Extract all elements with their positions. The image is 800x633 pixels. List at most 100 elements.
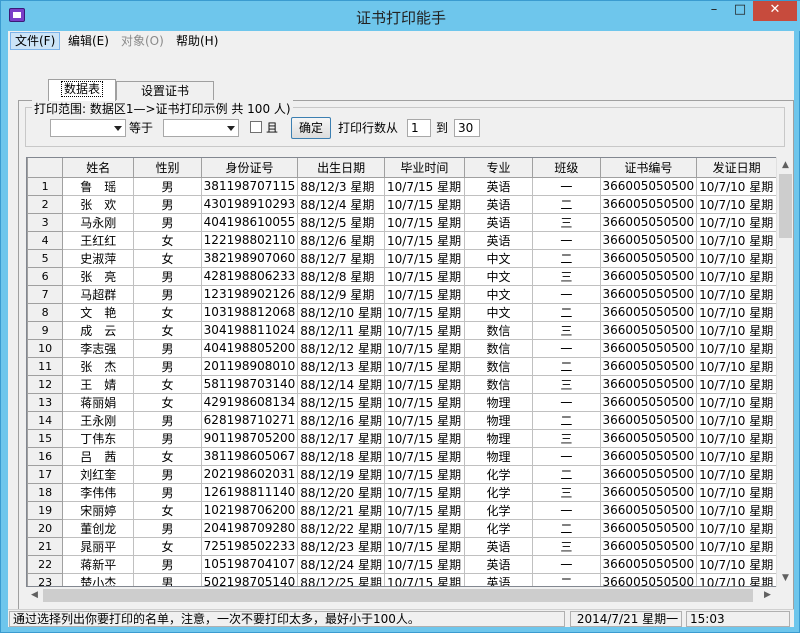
table-cell[interactable]: 122198802110 <box>201 230 299 250</box>
table-row[interactable]: 3 马永刚男 404198610055 88/12/5 星期 10/7/15 星期 英语三… <box>27 212 777 232</box>
table-cell[interactable]: 张 杰 <box>62 356 135 376</box>
table-cell[interactable]: 张 亮 <box>62 266 135 286</box>
table-cell[interactable]: 10/7/15 星期 <box>384 500 465 520</box>
scroll-left-icon[interactable]: ◀ <box>26 587 43 604</box>
scroll-up-icon[interactable]: ▲ <box>777 157 794 174</box>
table-cell[interactable]: 女 <box>133 374 202 394</box>
tab-data-table[interactable]: 数据表 <box>48 79 116 101</box>
table-cell[interactable]: 88/12/21 星期 <box>297 500 386 520</box>
table-cell[interactable]: 366005050500 <box>600 194 698 214</box>
row-number[interactable]: 12 <box>27 374 64 394</box>
table-row[interactable]: 5 史淑萍女 382198907060 88/12/7 星期 10/7/15 星期 中文二… <box>27 248 777 268</box>
column-header[interactable]: 身份证号 <box>200 158 299 178</box>
table-cell[interactable]: 88/12/16 星期 <box>297 410 386 430</box>
table-cell[interactable]: 一 <box>532 176 601 196</box>
table-row[interactable]: 16 吕 茜女 381198605067 88/12/18 星期 10/7/15 星期物… <box>27 446 777 466</box>
table-cell[interactable]: 88/12/12 星期 <box>297 338 386 358</box>
table-row[interactable]: 18 李伟伟男 126198811140 88/12/20 星期 10/7/15 星期化… <box>27 482 777 502</box>
table-cell[interactable]: 88/12/13 星期 <box>297 356 386 376</box>
table-cell[interactable]: 366005050500 <box>600 572 698 586</box>
table-cell[interactable]: 366005050500 <box>600 464 698 484</box>
table-cell[interactable]: 男 <box>133 194 202 214</box>
table-cell[interactable]: 数信 <box>464 356 534 376</box>
table-cell[interactable]: 88/12/4 星期 <box>297 194 386 214</box>
row-number[interactable]: 17 <box>27 464 64 484</box>
table-cell[interactable]: 366005050500 <box>600 536 698 556</box>
row-number[interactable]: 13 <box>27 392 64 412</box>
table-cell[interactable]: 10/7/10 星期 <box>696 554 777 574</box>
table-cell[interactable]: 三 <box>532 212 601 232</box>
table-row[interactable]: 8文 艳女 103198812068 88/12/10 星期 10/7/15 星期 中文… <box>27 302 777 322</box>
table-cell[interactable]: 10/7/10 星期 <box>696 392 777 412</box>
column-header[interactable]: 姓名 <box>62 158 135 178</box>
table-cell[interactable]: 10/7/15 星期 <box>384 284 465 304</box>
table-cell[interactable]: 10/7/15 星期 <box>384 338 465 358</box>
row-number[interactable]: 19 <box>27 500 64 520</box>
column-header[interactable]: 专业 <box>463 158 534 178</box>
table-cell[interactable]: 10/7/15 星期 <box>384 194 465 214</box>
table-cell[interactable]: 三 <box>532 428 601 448</box>
table-cell[interactable]: 宋丽婷 <box>62 500 135 520</box>
table-cell[interactable]: 123198902126 <box>201 284 299 304</box>
table-cell[interactable]: 英语 <box>464 176 534 196</box>
table-cell[interactable]: 一 <box>532 554 601 574</box>
table-cell[interactable]: 366005050500 <box>600 446 698 466</box>
table-cell[interactable]: 10/7/10 星期 <box>696 266 777 286</box>
row-number[interactable]: 11 <box>27 356 64 376</box>
table-cell[interactable]: 10/7/15 星期 <box>384 554 465 574</box>
table-cell[interactable]: 王 婧 <box>62 374 135 394</box>
print-from-input[interactable]: 1 <box>407 119 431 137</box>
table-cell[interactable]: 366005050500 <box>600 176 698 196</box>
table-cell[interactable]: 中文 <box>464 248 534 268</box>
and-checkbox[interactable] <box>250 121 262 133</box>
table-cell[interactable]: 88/12/10 星期 <box>297 302 386 322</box>
table-cell[interactable]: 10/7/15 星期 <box>384 446 465 466</box>
table-cell[interactable]: 二 <box>532 518 601 538</box>
table-cell[interactable]: 10/7/10 星期 <box>696 536 777 556</box>
row-number[interactable]: 4 <box>27 230 64 250</box>
table-row[interactable]: 13 蒋丽娟女 429198608134 88/12/15 星期 10/7/15 星期物… <box>27 392 777 412</box>
menu-file[interactable]: 文件(F) <box>10 32 61 50</box>
table-cell[interactable]: 88/12/23 星期 <box>297 536 386 556</box>
table-cell[interactable]: 一 <box>532 392 601 412</box>
table-cell[interactable]: 物理 <box>464 410 534 430</box>
table-cell[interactable]: 628198710271 <box>201 410 299 430</box>
table-cell[interactable]: 10/7/10 星期 <box>696 302 777 322</box>
table-cell[interactable]: 88/12/5 星期 <box>297 212 386 232</box>
table-cell[interactable]: 化学 <box>464 464 534 484</box>
table-cell[interactable]: 化学 <box>464 518 534 538</box>
table-cell[interactable]: 10/7/10 星期 <box>696 284 777 304</box>
table-cell[interactable]: 10/7/15 星期 <box>384 572 465 586</box>
table-cell[interactable]: 女 <box>133 320 202 340</box>
table-cell[interactable]: 366005050500 <box>600 338 698 358</box>
table-row[interactable]: 11 张 杰男 201198908010 88/12/13 星期 10/7/15 星期数… <box>27 356 777 376</box>
table-cell[interactable]: 88/12/25 星期 <box>297 572 386 586</box>
table-cell[interactable]: 一 <box>532 230 601 250</box>
table-cell[interactable]: 男 <box>133 554 202 574</box>
table-cell[interactable]: 一 <box>532 284 601 304</box>
table-cell[interactable]: 366005050500 <box>600 356 698 376</box>
table-cell[interactable]: 10/7/10 星期 <box>696 428 777 448</box>
table-cell[interactable]: 男 <box>133 266 202 286</box>
table-cell[interactable]: 10/7/15 星期 <box>384 374 465 394</box>
table-cell[interactable]: 二 <box>532 302 601 322</box>
table-cell[interactable]: 381198707115 <box>201 176 299 196</box>
table-cell[interactable]: 88/12/7 星期 <box>297 248 386 268</box>
table-cell[interactable]: 数信 <box>464 320 534 340</box>
table-cell[interactable]: 英语 <box>464 194 534 214</box>
table-cell[interactable]: 女 <box>133 302 202 322</box>
menu-object[interactable]: 对象(O) <box>117 32 168 50</box>
table-row[interactable]: 2张 欢男 430198910293 88/12/4 星期 10/7/15 星期 英语二… <box>27 194 777 214</box>
table-cell[interactable]: 10/7/10 星期 <box>696 212 777 232</box>
table-cell[interactable]: 男 <box>133 410 202 430</box>
table-cell[interactable]: 103198812068 <box>201 302 299 322</box>
table-cell[interactable]: 725198502233 <box>201 536 299 556</box>
table-cell[interactable]: 105198704107 <box>201 554 299 574</box>
table-cell[interactable]: 404198610055 <box>201 212 299 232</box>
table-cell[interactable]: 428198806233 <box>201 266 299 286</box>
row-number[interactable]: 16 <box>27 446 64 466</box>
table-cell[interactable]: 10/7/15 星期 <box>384 410 465 430</box>
table-cell[interactable]: 304198811024 <box>201 320 299 340</box>
table-row[interactable]: 23 楚小杰男 502198705140 88/12/25 星期 10/7/15 星期英… <box>27 572 777 586</box>
table-cell[interactable]: 男 <box>133 572 202 586</box>
